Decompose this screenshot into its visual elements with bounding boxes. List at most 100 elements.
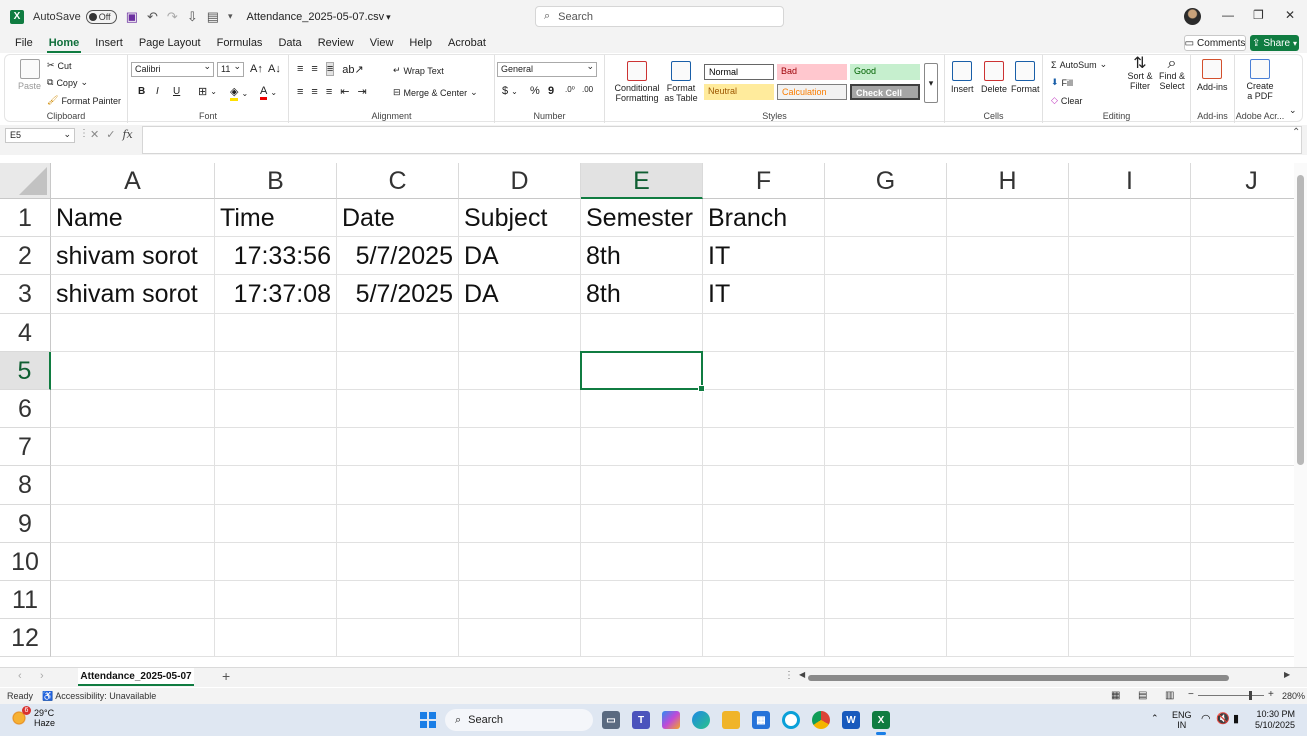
cell-g11[interactable] bbox=[825, 581, 947, 620]
cell-g7[interactable] bbox=[825, 428, 947, 467]
cell-b11[interactable] bbox=[215, 581, 337, 620]
currency-button[interactable]: $ ⌄ bbox=[502, 85, 518, 97]
cell-e3[interactable]: 8th bbox=[581, 275, 703, 314]
column-header-h[interactable]: H bbox=[947, 163, 1069, 199]
cell-c12[interactable] bbox=[337, 619, 459, 658]
comments-button[interactable]: ▭ Comments bbox=[1184, 35, 1246, 51]
conditional-formatting-button[interactable]: Conditional Formatting bbox=[611, 61, 663, 103]
cell-e1[interactable]: Semester bbox=[581, 199, 703, 238]
underline-button[interactable]: U bbox=[173, 86, 180, 97]
row-header-4[interactable]: 4 bbox=[0, 313, 51, 352]
save-icon[interactable]: ▣ bbox=[126, 9, 138, 25]
cell-d8[interactable] bbox=[459, 466, 581, 505]
cell-j1[interactable] bbox=[1191, 199, 1294, 238]
cell-b1[interactable]: Time bbox=[215, 199, 337, 238]
enter-icon[interactable]: ✓ bbox=[106, 128, 115, 141]
cell-j8[interactable] bbox=[1191, 466, 1294, 505]
cell-b7[interactable] bbox=[215, 428, 337, 467]
cell-j7[interactable] bbox=[1191, 428, 1294, 467]
column-header-e[interactable]: E bbox=[581, 163, 703, 199]
cell-c8[interactable] bbox=[337, 466, 459, 505]
cortana-icon[interactable] bbox=[782, 711, 800, 729]
wifi-icon[interactable]: ◠ bbox=[1201, 714, 1211, 725]
windows-start-icon[interactable] bbox=[420, 712, 436, 728]
copy-button[interactable]: ⧉ Copy ⌄ bbox=[47, 77, 88, 88]
align-top-icon[interactable]: ≡ bbox=[297, 63, 303, 75]
cell-d2[interactable]: DA bbox=[459, 237, 581, 276]
cell-a4[interactable] bbox=[51, 313, 215, 352]
style-good[interactable]: Good bbox=[850, 64, 920, 80]
cell-j4[interactable] bbox=[1191, 314, 1294, 352]
tab-review[interactable]: Review bbox=[310, 33, 362, 53]
row-header-7[interactable]: 7 bbox=[0, 428, 51, 467]
name-box[interactable]: E5 ⌄ bbox=[5, 128, 75, 143]
cell-i1[interactable] bbox=[1069, 199, 1191, 238]
font-color-button[interactable]: A ⌄ bbox=[260, 85, 277, 100]
cell-c11[interactable] bbox=[337, 581, 459, 620]
row-header-2[interactable]: 2 bbox=[0, 237, 51, 276]
search-input[interactable]: ⌕ Search bbox=[535, 6, 784, 27]
cell-d7[interactable] bbox=[459, 428, 581, 467]
clear-button[interactable]: ◇ Clear bbox=[1051, 95, 1082, 106]
cell-g4[interactable] bbox=[825, 313, 947, 352]
cell-f11[interactable] bbox=[703, 581, 825, 620]
cell-a2[interactable]: shivam sorot bbox=[51, 237, 215, 276]
cell-j6[interactable] bbox=[1191, 390, 1294, 429]
cell-b10[interactable] bbox=[215, 542, 337, 581]
autosum-button[interactable]: Σ AutoSum ⌄ bbox=[1051, 59, 1107, 70]
store-icon[interactable]: ▦ bbox=[752, 711, 770, 729]
increase-indent-icon[interactable]: ⇥ bbox=[357, 85, 366, 98]
cell-f6[interactable] bbox=[703, 390, 825, 429]
delete-cells-button[interactable]: Delete bbox=[981, 61, 1007, 94]
cell-i2[interactable] bbox=[1069, 237, 1191, 276]
scroll-left-icon[interactable]: ◀ bbox=[799, 670, 805, 679]
style-check-cell[interactable]: Check Cell bbox=[850, 84, 920, 100]
cell-g12[interactable] bbox=[825, 619, 947, 658]
cell-j11[interactable] bbox=[1191, 581, 1294, 620]
number-format-select[interactable]: General bbox=[497, 60, 597, 77]
vertical-scroll-thumb[interactable] bbox=[1297, 175, 1304, 465]
cell-d4[interactable] bbox=[459, 313, 581, 352]
share-button[interactable]: ⇪ Share ▾ bbox=[1250, 35, 1299, 51]
page-layout-view-icon[interactable]: ▤ bbox=[1138, 690, 1147, 701]
cell-h8[interactable] bbox=[947, 466, 1069, 505]
cell-i11[interactable] bbox=[1069, 581, 1191, 620]
more-options-icon[interactable]: ⋮ bbox=[784, 670, 794, 681]
cell-i12[interactable] bbox=[1069, 619, 1191, 658]
cell-c5[interactable] bbox=[337, 351, 459, 390]
cell-d6[interactable] bbox=[459, 390, 581, 429]
close-icon[interactable]: ✕ bbox=[1285, 8, 1295, 22]
tab-view[interactable]: View bbox=[362, 33, 402, 53]
cell-d10[interactable] bbox=[459, 542, 581, 581]
cell-d9[interactable] bbox=[459, 504, 581, 543]
cell-e9[interactable] bbox=[581, 504, 703, 543]
cell-c9[interactable] bbox=[337, 504, 459, 543]
file-explorer-icon[interactable] bbox=[722, 711, 740, 729]
cell-f3[interactable]: IT bbox=[703, 275, 825, 314]
cell-h11[interactable] bbox=[947, 581, 1069, 620]
cell-h3[interactable] bbox=[947, 275, 1069, 314]
tab-help[interactable]: Help bbox=[401, 33, 440, 53]
cell-g10[interactable] bbox=[825, 542, 947, 581]
chevron-up-icon[interactable]: ⌃ bbox=[1151, 713, 1159, 723]
weather-widget[interactable]: 6 29°C Haze bbox=[10, 706, 55, 728]
cell-a5[interactable] bbox=[51, 351, 215, 390]
cell-a6[interactable] bbox=[51, 390, 215, 429]
cell-j2[interactable] bbox=[1191, 237, 1294, 276]
create-pdf-button[interactable]: Create a PDF bbox=[1245, 59, 1275, 101]
cell-f4[interactable] bbox=[703, 313, 825, 352]
task-view-icon[interactable]: ▭ bbox=[602, 711, 620, 729]
cell-a12[interactable] bbox=[51, 619, 215, 658]
horizontal-scroll-thumb[interactable] bbox=[808, 675, 1229, 681]
cell-f9[interactable] bbox=[703, 504, 825, 543]
decrease-indent-icon[interactable]: ⇤ bbox=[340, 85, 349, 98]
row-header-11[interactable]: 11 bbox=[0, 581, 51, 620]
cell-d11[interactable] bbox=[459, 581, 581, 620]
cell-h7[interactable] bbox=[947, 428, 1069, 467]
cell-j10[interactable] bbox=[1191, 543, 1294, 581]
cell-j3[interactable] bbox=[1191, 275, 1294, 314]
minimize-icon[interactable]: — bbox=[1222, 8, 1234, 22]
cell-c1[interactable]: Date bbox=[337, 199, 459, 238]
cell-g2[interactable] bbox=[825, 237, 947, 276]
align-center-icon[interactable]: ≡ bbox=[311, 86, 317, 98]
